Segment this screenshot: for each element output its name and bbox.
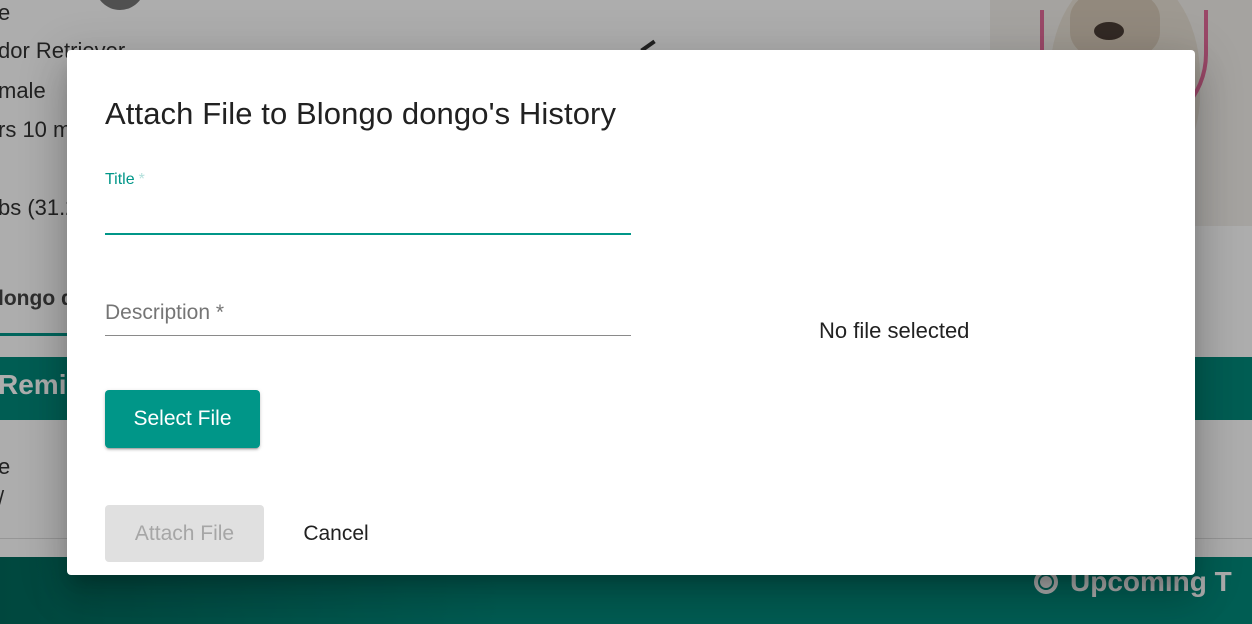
attach-file-dialog: Attach File to Blongo dongo's History Ti…: [67, 50, 1195, 575]
required-marker: *: [138, 171, 145, 188]
title-input[interactable]: [105, 198, 631, 232]
title-underline: [105, 233, 631, 235]
title-field[interactable]: Title *: [105, 170, 631, 236]
attach-file-button[interactable]: Attach File: [105, 505, 264, 562]
dialog-title: Attach File to Blongo dongo's History: [105, 96, 617, 131]
select-file-button[interactable]: Select File: [105, 390, 260, 448]
description-input[interactable]: [105, 297, 631, 331]
description-field[interactable]: Description *: [105, 295, 631, 340]
cancel-button[interactable]: Cancel: [287, 505, 385, 562]
file-status: No file selected: [819, 318, 970, 343]
title-label-text: Title: [105, 171, 135, 188]
title-label: Title *: [105, 171, 145, 189]
description-underline: [105, 335, 631, 336]
